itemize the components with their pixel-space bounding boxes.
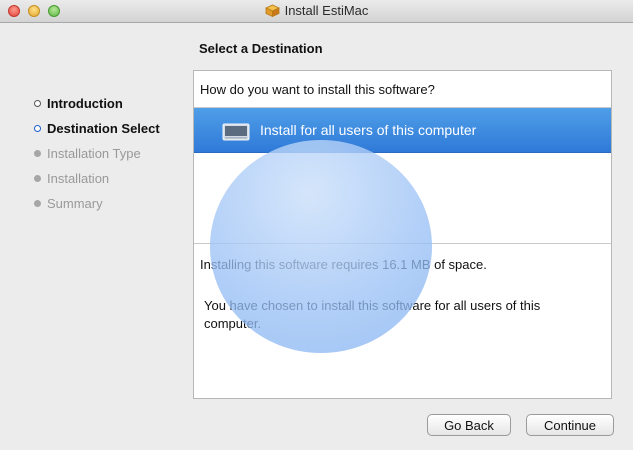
window-title-wrap: Install EstiMac	[0, 3, 633, 20]
step-destination-select: Destination Select	[34, 116, 160, 141]
step-label: Introduction	[47, 96, 123, 111]
package-icon	[264, 4, 280, 20]
disk-icon	[222, 123, 250, 141]
step-bullet-icon	[34, 175, 41, 182]
step-summary: Summary	[34, 191, 160, 216]
title-bar[interactable]: Install EstiMac	[0, 0, 633, 23]
steps-sidebar: Introduction Destination Select Installa…	[34, 91, 160, 216]
continue-button[interactable]: Continue	[526, 414, 614, 436]
go-back-button[interactable]: Go Back	[427, 414, 511, 436]
window-title: Install EstiMac	[284, 3, 369, 18]
step-label: Destination Select	[47, 121, 160, 136]
divider	[194, 243, 611, 244]
step-bullet-icon	[34, 125, 41, 132]
step-bullet-icon	[34, 200, 41, 207]
step-introduction: Introduction	[34, 91, 160, 116]
step-installation: Installation	[34, 166, 160, 191]
page-heading: Select a Destination	[199, 41, 323, 56]
step-label: Installation	[47, 171, 110, 186]
step-bullet-icon	[34, 150, 41, 157]
install-all-users-option[interactable]: Install for all users of this computer	[194, 108, 611, 153]
destination-panel: How do you want to install this software…	[193, 70, 612, 399]
step-label: Installation Type	[47, 146, 141, 161]
install-question: How do you want to install this software…	[200, 82, 435, 97]
space-required-text: Installing this software requires 16.1 M…	[200, 257, 487, 272]
step-bullet-icon	[34, 100, 41, 107]
choice-description: You have chosen to install this software…	[204, 298, 541, 331]
option-label: Install for all users of this computer	[260, 122, 477, 138]
step-installation-type: Installation Type	[34, 141, 160, 166]
installer-window: Install EstiMac Select a Destination Int…	[0, 0, 633, 450]
step-label: Summary	[47, 196, 103, 211]
